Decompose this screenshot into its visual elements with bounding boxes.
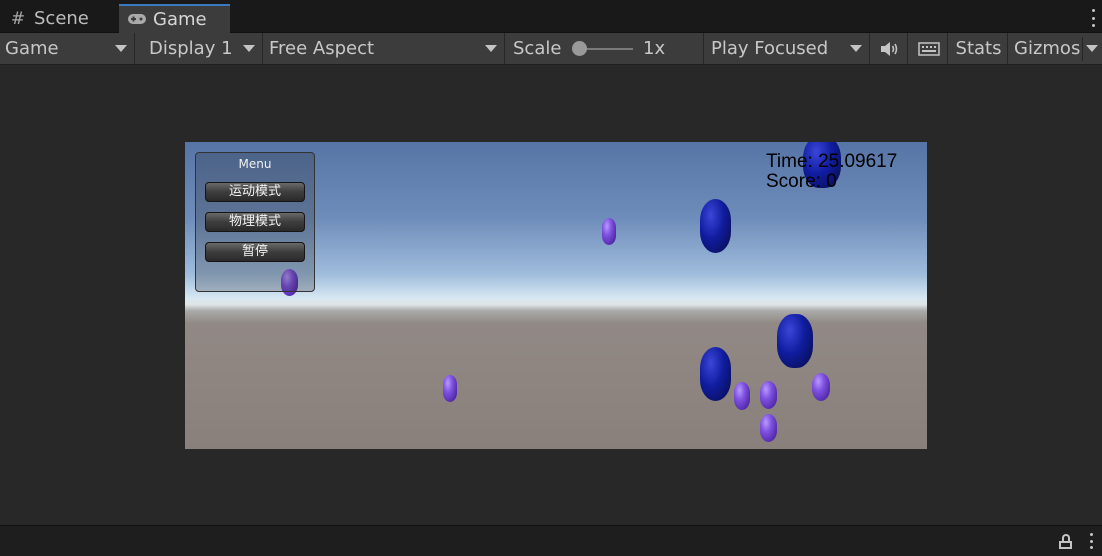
aspect-dropdown-label: Free Aspect <box>269 38 375 59</box>
blue-capsule <box>777 314 813 368</box>
tab-scene[interactable]: # Scene <box>8 4 89 33</box>
game-menu-panel: Menu 运动模式 物理模式 暂停 <box>195 152 315 292</box>
tab-menu-kebab-icon[interactable] <box>1092 9 1096 27</box>
play-mode-dropdown[interactable]: Play Focused <box>704 33 870 64</box>
pause-button[interactable]: 暂停 <box>205 242 305 262</box>
purple-capsule <box>443 375 457 402</box>
grid-icon: # <box>10 8 26 29</box>
purple-capsule <box>760 381 777 409</box>
divider <box>1082 37 1083 61</box>
blue-capsule <box>700 199 731 253</box>
stats-button[interactable]: Stats <box>950 33 1008 64</box>
speaker-icon <box>880 41 897 56</box>
keyboard-icon <box>917 41 940 56</box>
chevron-down-icon <box>115 45 127 52</box>
scale-slider-handle[interactable] <box>572 41 587 56</box>
aspect-dropdown[interactable]: Free Aspect <box>265 33 505 64</box>
hud: Time: 25.09617 Score: 0 <box>766 152 916 192</box>
window-tab-bar: # Scene Game <box>0 0 1102 33</box>
tab-game-label: Game <box>153 9 207 30</box>
chevron-down-icon[interactable] <box>1086 45 1098 52</box>
purple-capsule <box>734 382 750 410</box>
purple-capsule <box>602 218 616 245</box>
menu-title: Menu <box>238 157 272 171</box>
motion-mode-button[interactable]: 运动模式 <box>205 182 305 202</box>
purple-capsule <box>760 414 777 442</box>
scale-control: Scale 1x <box>505 33 704 64</box>
score-readout: Score: 0 <box>766 171 837 192</box>
chevron-down-icon <box>243 45 255 52</box>
game-viewport[interactable]: Menu 运动模式 物理模式 暂停 Time: 25.09617 Score: … <box>185 142 927 449</box>
purple-capsule <box>812 373 830 401</box>
chevron-down-icon <box>485 45 497 52</box>
gizmos-button[interactable]: Gizmos <box>1010 33 1102 64</box>
play-mode-label: Play Focused <box>711 38 829 59</box>
time-readout: Time: 25.09617 <box>766 151 898 172</box>
stats-label: Stats <box>955 38 1002 59</box>
tab-game[interactable]: Game <box>119 4 230 33</box>
mute-audio-button[interactable] <box>872 33 908 64</box>
blue-capsule <box>700 347 731 401</box>
scale-value: 1x <box>643 38 666 59</box>
status-bar <box>0 525 1102 556</box>
tab-scene-label: Scene <box>34 8 89 29</box>
shortcuts-button[interactable] <box>910 33 948 64</box>
scale-label: Scale <box>513 38 562 59</box>
display-dropdown[interactable]: Display 1 <box>141 33 263 64</box>
physics-mode-button[interactable]: 物理模式 <box>205 212 305 232</box>
display-dropdown-label: Display 1 <box>149 38 233 59</box>
more-options-kebab-icon[interactable] <box>1090 533 1094 549</box>
gamepad-icon <box>127 10 147 30</box>
mode-dropdown-label: Game <box>5 38 59 59</box>
mode-dropdown[interactable]: Game <box>0 33 135 64</box>
gizmos-label: Gizmos <box>1014 38 1081 59</box>
lock-icon[interactable] <box>1059 534 1072 549</box>
game-view-toolbar: Game Display 1 Free Aspect Scale 1x Play… <box>0 33 1102 65</box>
chevron-down-icon <box>850 45 862 52</box>
